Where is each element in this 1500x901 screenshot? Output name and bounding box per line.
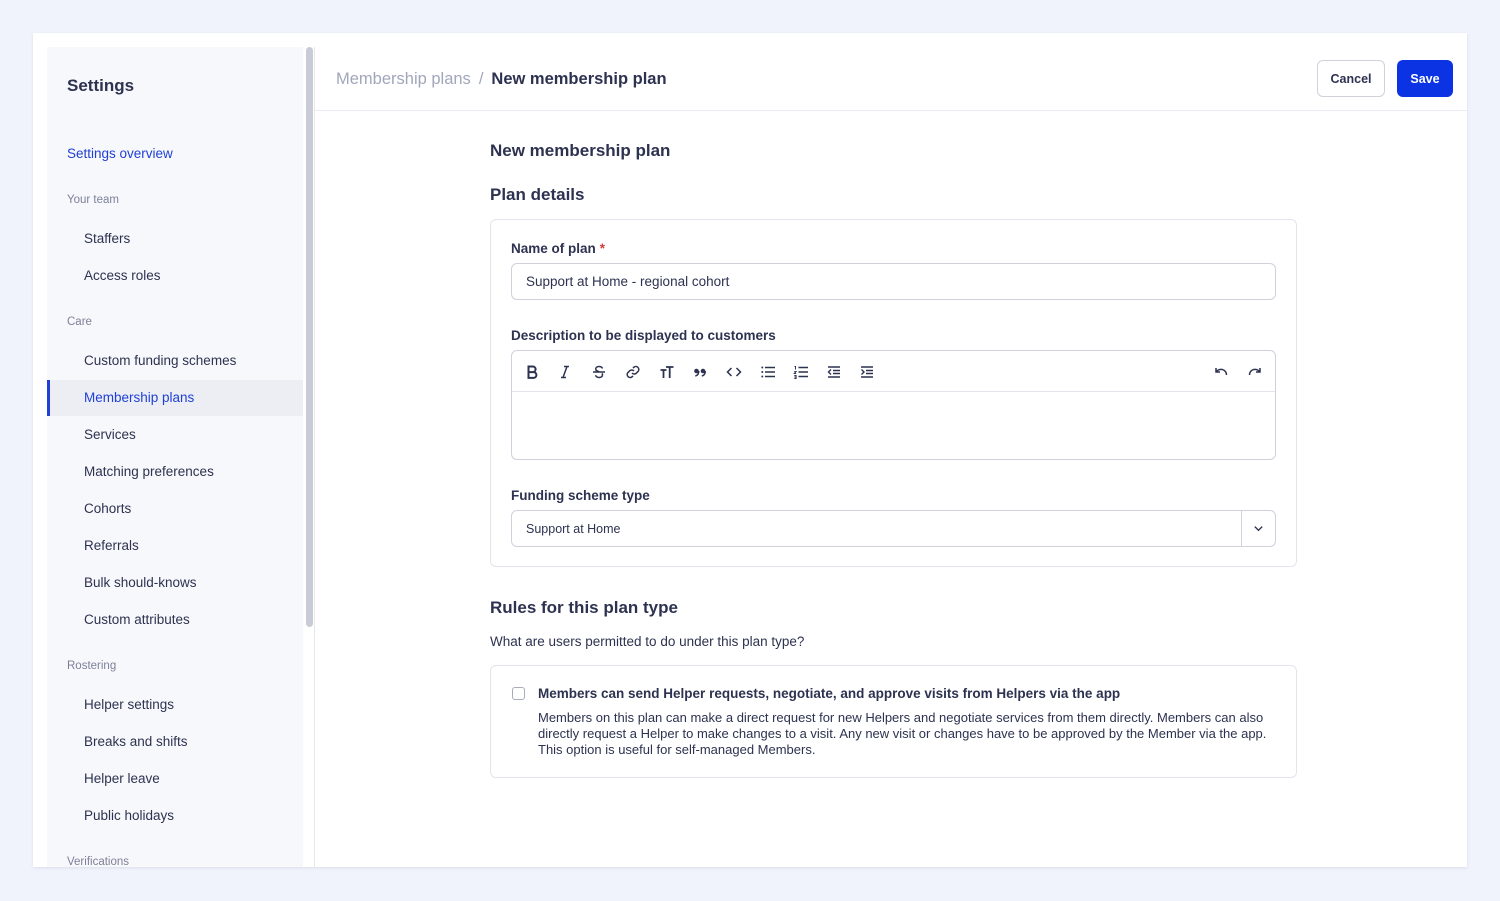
app-window: Settings Settings overview Your team Sta… — [33, 33, 1467, 867]
name-of-plan-input[interactable] — [511, 263, 1276, 300]
breadcrumb-membership-plans-link[interactable]: Membership plans — [336, 70, 471, 88]
sidebar-divider — [314, 47, 315, 867]
funding-scheme-type-select[interactable]: Support at Home — [511, 510, 1276, 547]
quote-icon[interactable] — [689, 361, 711, 383]
bold-icon[interactable] — [521, 361, 543, 383]
sidebar-group-verifications: Verifications — [67, 856, 130, 867]
sidebar-item-membership-plans[interactable]: Membership plans — [47, 380, 303, 416]
breadcrumb-current: New membership plan — [491, 70, 667, 88]
bullet-list-icon[interactable] — [757, 361, 779, 383]
sidebar-group-care: Care — [67, 316, 92, 328]
plan-details-heading: Plan details — [490, 185, 585, 204]
funding-scheme-type-value: Support at Home — [526, 522, 621, 536]
strikethrough-icon[interactable] — [588, 361, 610, 383]
indent-icon[interactable] — [856, 361, 878, 383]
editor-toolbar — [512, 351, 1275, 392]
sidebar-item-services[interactable]: Services — [47, 417, 303, 453]
rules-option-card: Members can send Helper requests, negoti… — [490, 665, 1297, 778]
helper-requests-option-title: Members can send Helper requests, negoti… — [538, 686, 1121, 701]
redo-icon[interactable] — [1244, 361, 1266, 383]
undo-icon[interactable] — [1210, 361, 1232, 383]
sidebar-item-custom-attributes[interactable]: Custom attributes — [47, 602, 303, 638]
plan-details-card: Name of plan* Description to be displaye… — [490, 219, 1297, 567]
italic-icon[interactable] — [554, 361, 576, 383]
sidebar-group-rostering: Rostering — [67, 660, 117, 672]
sidebar-item-helper-settings[interactable]: Helper settings — [47, 687, 303, 723]
rules-subheading: What are users permitted to do under thi… — [490, 634, 805, 649]
sidebar-title: Settings — [67, 76, 135, 95]
sidebar-item-cohorts[interactable]: Cohorts — [47, 491, 303, 527]
link-icon[interactable] — [622, 361, 644, 383]
rules-heading: Rules for this plan type — [490, 598, 678, 617]
name-of-plan-label: Name of plan * — [511, 241, 606, 256]
helper-requests-checkbox[interactable] — [512, 687, 525, 700]
breadcrumb-separator: / — [478, 70, 484, 88]
sidebar-item-helper-leave[interactable]: Helper leave — [47, 761, 303, 797]
settings-sidebar: Settings Settings overview Your team Sta… — [47, 47, 303, 867]
sidebar-item-bulk-should-knows[interactable]: Bulk should-knows — [47, 565, 303, 601]
sidebar-item-matching-preferences[interactable]: Matching preferences — [47, 454, 303, 490]
settings-overview-link[interactable]: Settings overview — [67, 146, 173, 161]
helper-requests-option-description: Members on this plan can make a direct r… — [538, 710, 1267, 757]
sidebar-item-referrals[interactable]: Referrals — [47, 528, 303, 564]
sidebar-item-breaks-and-shifts[interactable]: Breaks and shifts — [47, 724, 303, 760]
code-icon[interactable] — [723, 361, 745, 383]
page-title: New membership plan — [490, 141, 671, 160]
description-rich-text-editor — [511, 350, 1276, 460]
page-header: Membership plans / New membership plan Can… — [315, 33, 1467, 111]
sidebar-item-custom-funding-schemes[interactable]: Custom funding schemes — [47, 343, 303, 379]
chevron-down-icon — [1241, 511, 1275, 546]
outdent-icon[interactable] — [823, 361, 845, 383]
description-label: Description to be displayed to customers — [511, 328, 776, 343]
required-marker: * — [599, 241, 606, 256]
cancel-button[interactable]: Cancel — [1317, 60, 1385, 97]
breadcrumb: Membership plans / New membership plan — [336, 70, 667, 89]
sidebar-item-staffers[interactable]: Staffers — [47, 221, 303, 257]
save-button[interactable]: Save — [1397, 60, 1453, 97]
sidebar-item-access-roles[interactable]: Access roles — [47, 258, 303, 294]
sidebar-group-your-team: Your team — [67, 194, 119, 206]
description-text-area[interactable] — [512, 392, 1275, 459]
sidebar-scrollbar[interactable] — [306, 47, 313, 627]
funding-scheme-type-label: Funding scheme type — [511, 488, 650, 503]
numbered-list-icon[interactable] — [790, 361, 812, 383]
sidebar-item-public-holidays[interactable]: Public holidays — [47, 798, 303, 834]
text-size-icon[interactable] — [656, 361, 678, 383]
